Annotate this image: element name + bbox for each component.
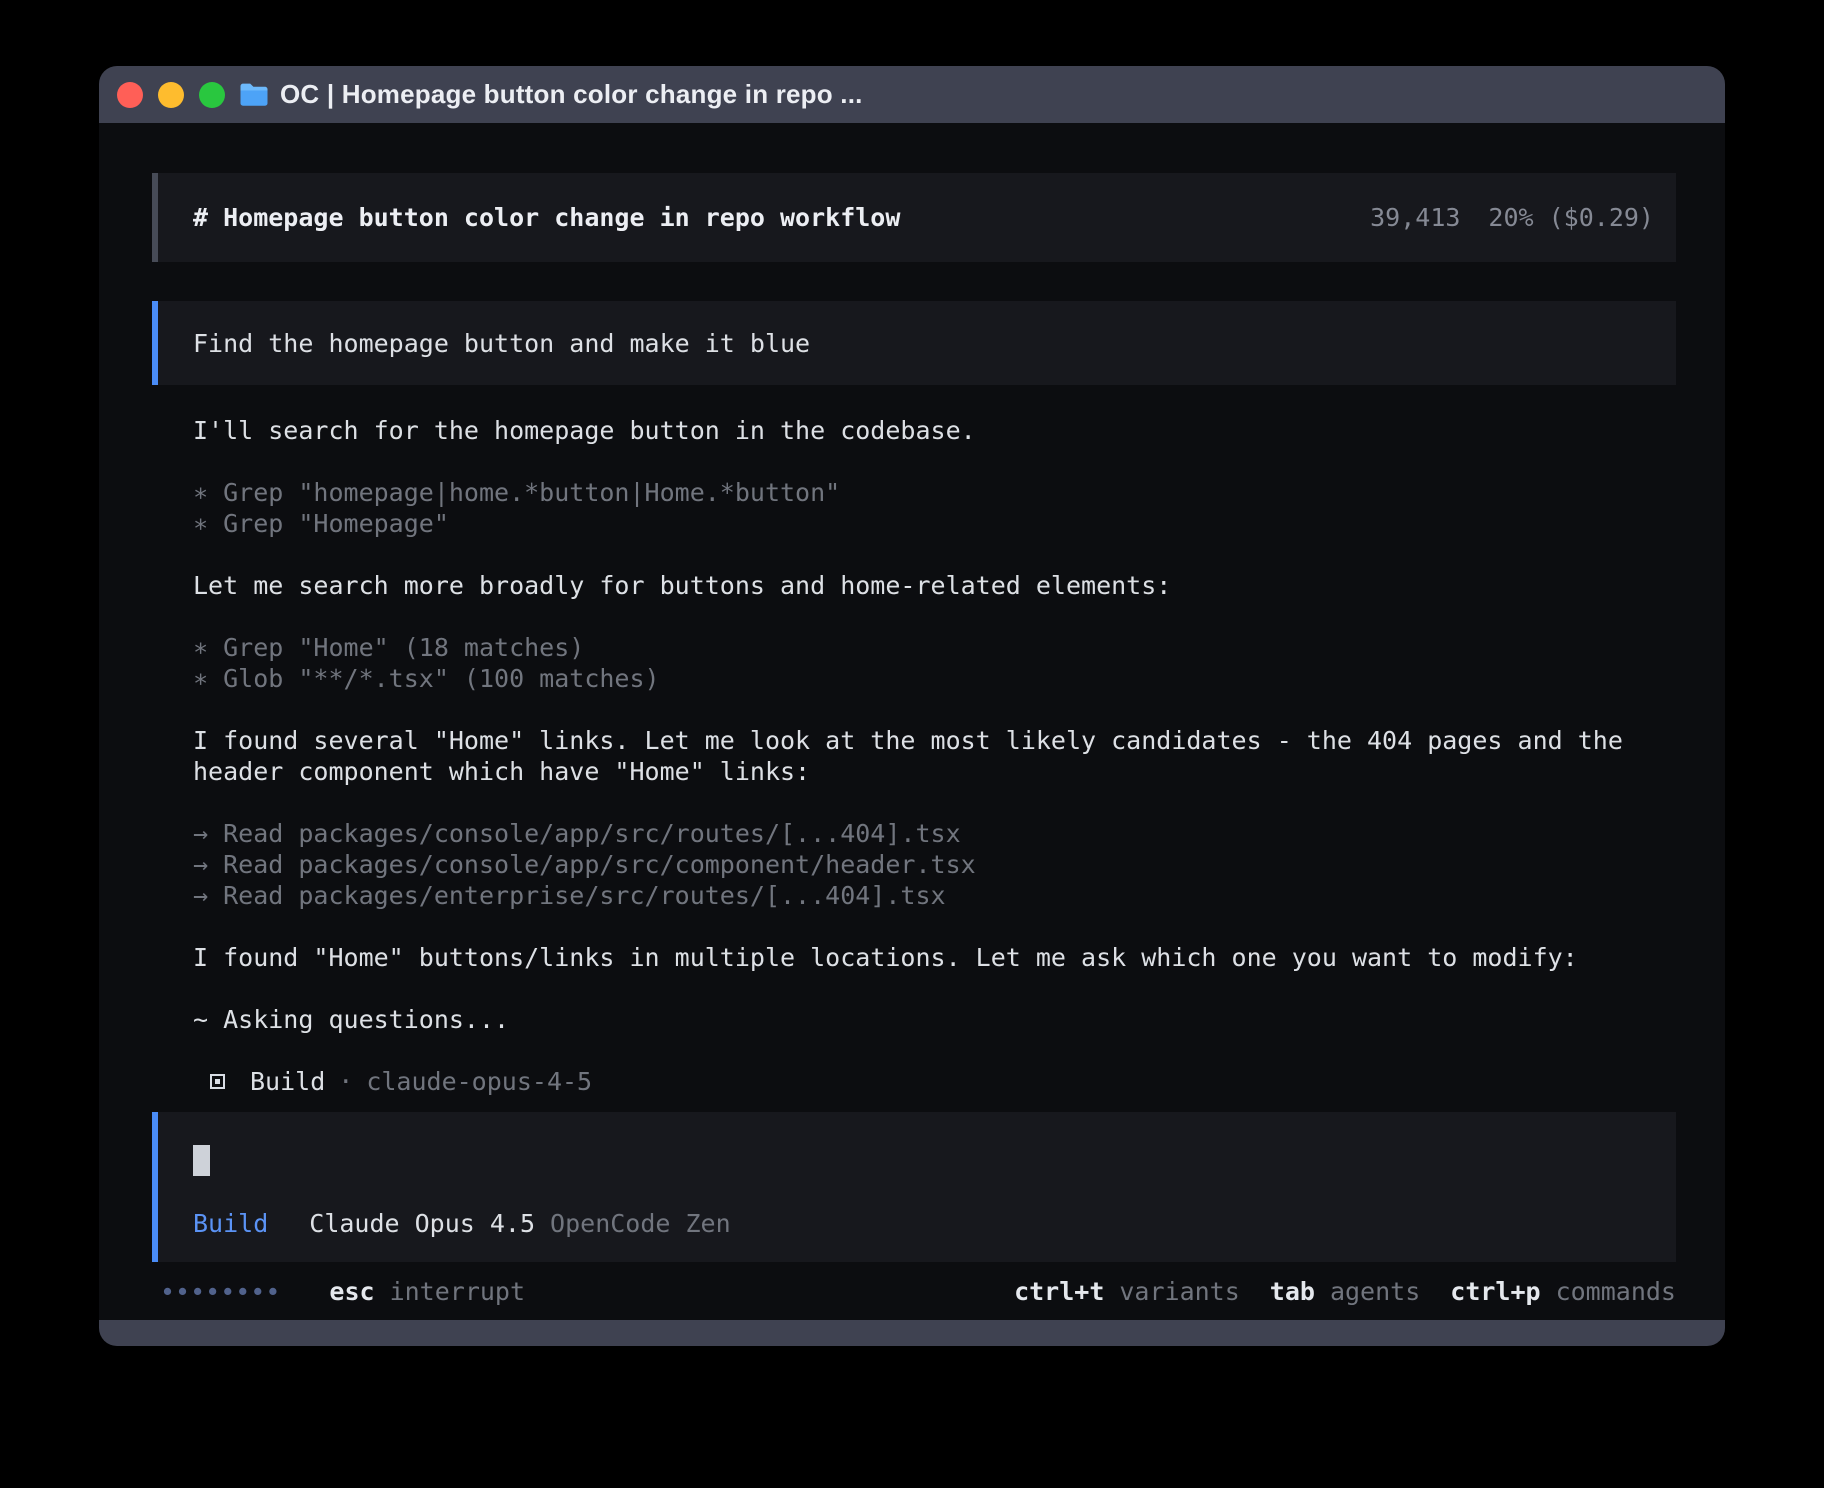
prompt-input[interactable]: Build Claude Opus 4.5 OpenCode Zen bbox=[152, 1112, 1676, 1262]
agent-indicator: Build · claude-opus-4-5 bbox=[193, 1066, 1676, 1097]
status-right: ctrl+t variants tab agents ctrl+p comman… bbox=[1014, 1277, 1676, 1306]
tool-call-grep: ∗ Grep "Home" (18 matches) bbox=[193, 632, 1676, 663]
agent-mode-label[interactable]: Build bbox=[193, 1209, 268, 1238]
esc-key-hint[interactable]: esc bbox=[329, 1277, 374, 1306]
model-label[interactable]: Claude Opus 4.5 bbox=[309, 1209, 535, 1238]
title-wrap: OC | Homepage button color change in rep… bbox=[239, 79, 863, 110]
close-button[interactable] bbox=[117, 82, 143, 108]
status-bar: ∙∙∙∙∙∙∙∙ esc interrupt ctrl+t variants t… bbox=[152, 1262, 1676, 1320]
assistant-paragraph: I found "Home" buttons/links in multiple… bbox=[193, 942, 1676, 973]
variants-shortcut[interactable]: ctrl+t variants bbox=[1014, 1277, 1240, 1306]
tab-key-hint: tab bbox=[1270, 1277, 1315, 1306]
asking-questions-status: ~ Asking questions... bbox=[193, 1004, 1676, 1035]
user-message: Find the homepage button and make it blu… bbox=[152, 301, 1676, 385]
agent-name: Build bbox=[250, 1066, 325, 1097]
window-titlebar[interactable]: OC | Homepage button color change in rep… bbox=[99, 66, 1725, 123]
agents-shortcut[interactable]: tab agents bbox=[1270, 1277, 1420, 1306]
text-cursor bbox=[193, 1145, 210, 1176]
commands-label: commands bbox=[1556, 1277, 1676, 1306]
assistant-paragraph: Let me search more broadly for buttons a… bbox=[193, 570, 1676, 601]
spinner-dots: ∙∙∙∙∙∙∙∙ bbox=[160, 1277, 280, 1306]
input-meta: Build Claude Opus 4.5 OpenCode Zen bbox=[193, 1209, 1676, 1238]
terminal-window: OC | Homepage button color change in rep… bbox=[99, 66, 1725, 1346]
folder-icon bbox=[239, 83, 269, 107]
ctrl-t-key-hint: ctrl+t bbox=[1014, 1277, 1104, 1306]
session-meta: 39,413 20% ($0.29) bbox=[1370, 203, 1654, 232]
tool-call-read: → Read packages/console/app/src/componen… bbox=[193, 849, 1676, 880]
desktop-background: OC | Homepage button color change in rep… bbox=[0, 0, 1824, 1488]
agent-model: claude-opus-4-5 bbox=[366, 1066, 592, 1097]
agent-square-icon bbox=[210, 1074, 225, 1089]
context-usage: 20% ($0.29) bbox=[1488, 203, 1654, 232]
variants-label: variants bbox=[1119, 1277, 1239, 1306]
window-footer bbox=[99, 1320, 1725, 1346]
terminal-content: # Homepage button color change in repo w… bbox=[99, 123, 1725, 1320]
commands-shortcut[interactable]: ctrl+p commands bbox=[1450, 1277, 1676, 1306]
traffic-lights bbox=[117, 82, 225, 108]
agents-label: agents bbox=[1330, 1277, 1420, 1306]
status-left: ∙∙∙∙∙∙∙∙ esc interrupt bbox=[152, 1277, 525, 1306]
provider-label: OpenCode Zen bbox=[550, 1209, 731, 1238]
assistant-paragraph: I found several "Home" links. Let me loo… bbox=[193, 725, 1676, 787]
session-header: # Homepage button color change in repo w… bbox=[152, 173, 1676, 262]
zoom-button[interactable] bbox=[199, 82, 225, 108]
tool-call-grep: ∗ Grep "Homepage" bbox=[193, 508, 1676, 539]
tool-call-read: → Read packages/console/app/src/routes/[… bbox=[193, 818, 1676, 849]
token-count: 39,413 bbox=[1370, 203, 1460, 232]
ctrl-p-key-hint: ctrl+p bbox=[1450, 1277, 1540, 1306]
assistant-transcript: I'll search for the homepage button in t… bbox=[152, 415, 1676, 1097]
interrupt-label: interrupt bbox=[390, 1277, 525, 1306]
tool-call-read: → Read packages/enterprise/src/routes/[.… bbox=[193, 880, 1676, 911]
tool-call-glob: ∗ Glob "**/*.tsx" (100 matches) bbox=[193, 663, 1676, 694]
minimize-button[interactable] bbox=[158, 82, 184, 108]
agent-separator: · bbox=[338, 1066, 353, 1097]
user-message-text: Find the homepage button and make it blu… bbox=[193, 329, 810, 358]
session-title: # Homepage button color change in repo w… bbox=[193, 203, 900, 232]
window-title: OC | Homepage button color change in rep… bbox=[280, 79, 863, 110]
assistant-paragraph: I'll search for the homepage button in t… bbox=[193, 415, 1676, 446]
tool-call-grep: ∗ Grep "homepage|home.*button|Home.*butt… bbox=[193, 477, 1676, 508]
